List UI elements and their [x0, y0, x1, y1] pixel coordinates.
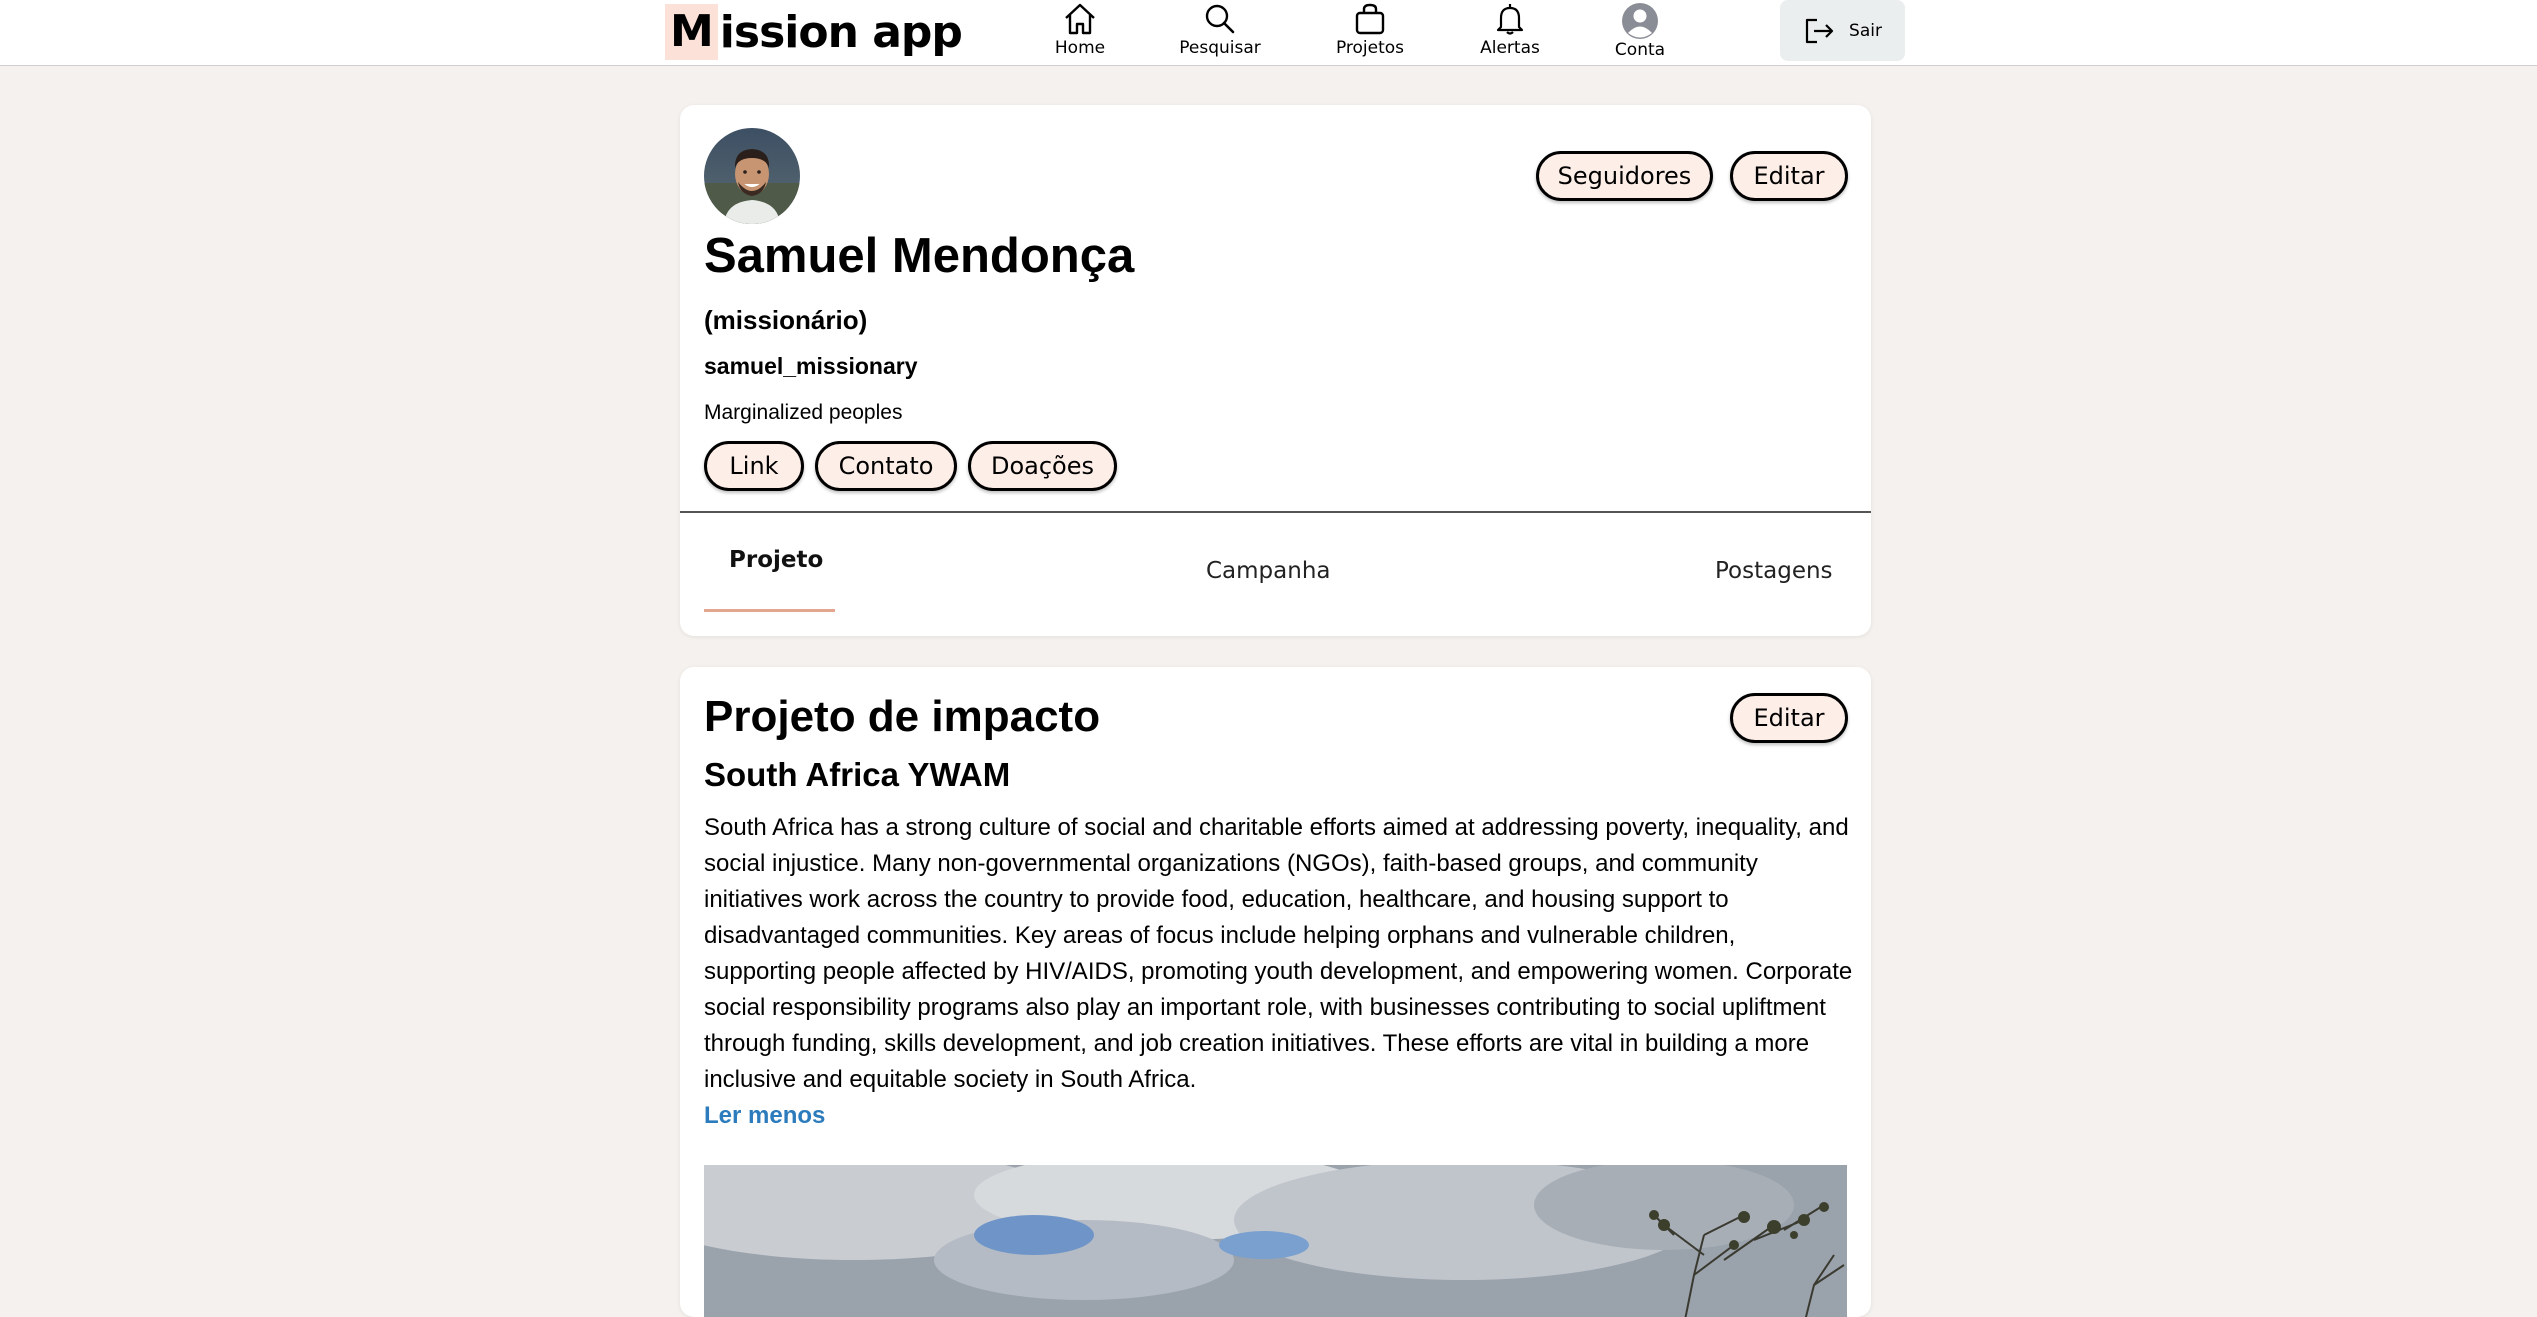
- profile-bio: Marginalized peoples: [704, 401, 903, 424]
- logout-label: Sair: [1849, 20, 1882, 41]
- logout-icon: [1805, 18, 1834, 43]
- profile-card: Seguidores Editar Samuel Mendonça (missi…: [680, 105, 1871, 636]
- active-tab-indicator: [704, 609, 835, 612]
- logout-button[interactable]: Sair: [1780, 0, 1905, 61]
- profile-photo: [704, 128, 800, 224]
- project-photo: [704, 1165, 1847, 1317]
- tab-project[interactable]: Projeto: [729, 547, 823, 573]
- project-section-title: Projeto de impacto: [704, 692, 1101, 741]
- followers-button[interactable]: Seguidores: [1536, 151, 1713, 201]
- app-logo[interactable]: Mission app: [665, 4, 963, 60]
- project-name: South Africa YWAM: [704, 756, 1011, 793]
- top-navigation-bar: Mission app Home Pesquisar Projetos Aler…: [0, 0, 2537, 66]
- nav-search-label: Pesquisar: [1179, 38, 1261, 58]
- nav-search[interactable]: Pesquisar: [1178, 0, 1262, 62]
- profile-username: samuel_missionary: [704, 353, 918, 379]
- nav-home-label: Home: [1054, 38, 1106, 58]
- tab-posts[interactable]: Postagens: [1715, 558, 1833, 584]
- logo-text: ission app: [719, 6, 963, 58]
- profile-avatar: [704, 128, 800, 224]
- donations-button[interactable]: Doações: [968, 441, 1117, 491]
- search-icon: [1205, 4, 1235, 34]
- user-avatar-icon: [1622, 3, 1658, 39]
- nav-projects-label: Projetos: [1335, 38, 1405, 58]
- profile-role: (missionário): [704, 305, 868, 335]
- nav-account-label: Conta: [1614, 40, 1666, 60]
- nav-home[interactable]: Home: [1052, 0, 1108, 62]
- nav-alerts[interactable]: Alertas: [1480, 0, 1540, 62]
- bag-icon: [1355, 3, 1385, 35]
- edit-profile-button[interactable]: Editar: [1730, 151, 1848, 201]
- profile-name: Samuel Mendonça: [704, 229, 1135, 283]
- nav-account[interactable]: Conta: [1614, 0, 1666, 62]
- contact-button[interactable]: Contato: [815, 441, 957, 491]
- profile-divider: [680, 511, 1871, 513]
- project-image: [704, 1165, 1847, 1317]
- nav-alerts-label: Alertas: [1480, 38, 1540, 58]
- project-card: Projeto de impacto Editar South Africa Y…: [680, 667, 1871, 1317]
- nav-projects[interactable]: Projetos: [1334, 0, 1406, 62]
- tab-campaign[interactable]: Campanha: [1206, 558, 1331, 584]
- read-less-link[interactable]: Ler menos: [704, 1102, 825, 1130]
- link-button[interactable]: Link: [704, 441, 804, 491]
- home-icon: [1065, 3, 1095, 35]
- edit-project-button[interactable]: Editar: [1730, 693, 1848, 743]
- bell-icon: [1496, 4, 1524, 35]
- logo-initial: M: [665, 4, 718, 60]
- project-description: South Africa has a strong culture of soc…: [704, 814, 1853, 1093]
